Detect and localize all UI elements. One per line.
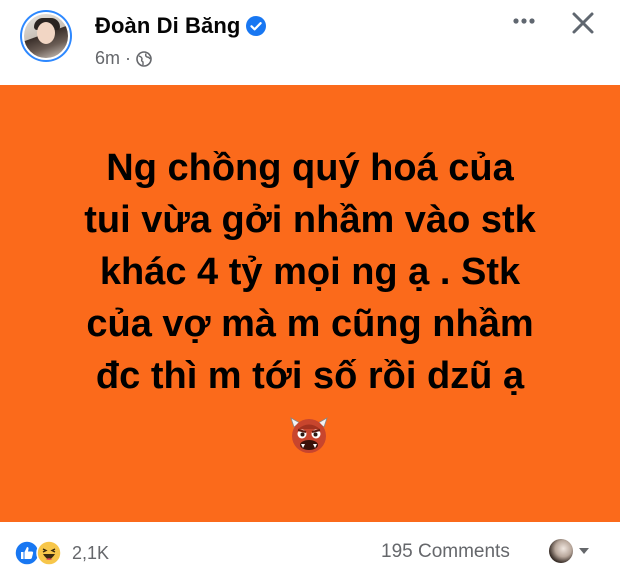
post-text-line: Ng chồng quý hoá của [106,147,514,189]
reaction-count: 2,1K [72,542,110,563]
post-background: Ng chồng quý hoá của tui vừa gởi nhầm và… [0,85,620,522]
post-text-line: của vợ mà m cũng nhầm [86,303,534,345]
verified-badge-icon [246,16,267,36]
viewer-avatar [549,539,573,563]
post-meta: 6m · [95,48,152,69]
post-header: Đoàn Di Băng 6m · [0,0,620,85]
post-footer: 2,1K 195 Comments [0,522,620,586]
comment-as-selector[interactable] [549,539,591,563]
ogre-face-icon [290,417,328,453]
post-text-line: đc thì m tới số rồi dzũ ạ [95,355,525,397]
more-options-icon[interactable] [509,6,539,36]
post-text: Ng chồng quý hoá của tui vừa gởi nhầm và… [40,142,580,402]
post-text-line: khác 4 tỷ mọi ng ạ . Stk [99,251,521,293]
post-text-line: tui vừa gởi nhầm vào stk [84,199,536,241]
close-icon[interactable] [566,6,600,40]
author-name[interactable]: Đoàn Di Băng [95,13,240,39]
globe-icon [136,50,152,67]
author-row: Đoàn Di Băng [95,13,267,39]
post-timestamp[interactable]: 6m [95,48,120,69]
chevron-down-icon [579,548,589,554]
author-avatar[interactable] [20,10,72,62]
haha-icon [36,540,62,566]
reactions-summary[interactable]: 2,1K [14,540,109,566]
avatar-photo [22,12,70,60]
comments-count-link[interactable]: 195 Comments [381,541,510,563]
meta-separator: · [125,48,132,68]
